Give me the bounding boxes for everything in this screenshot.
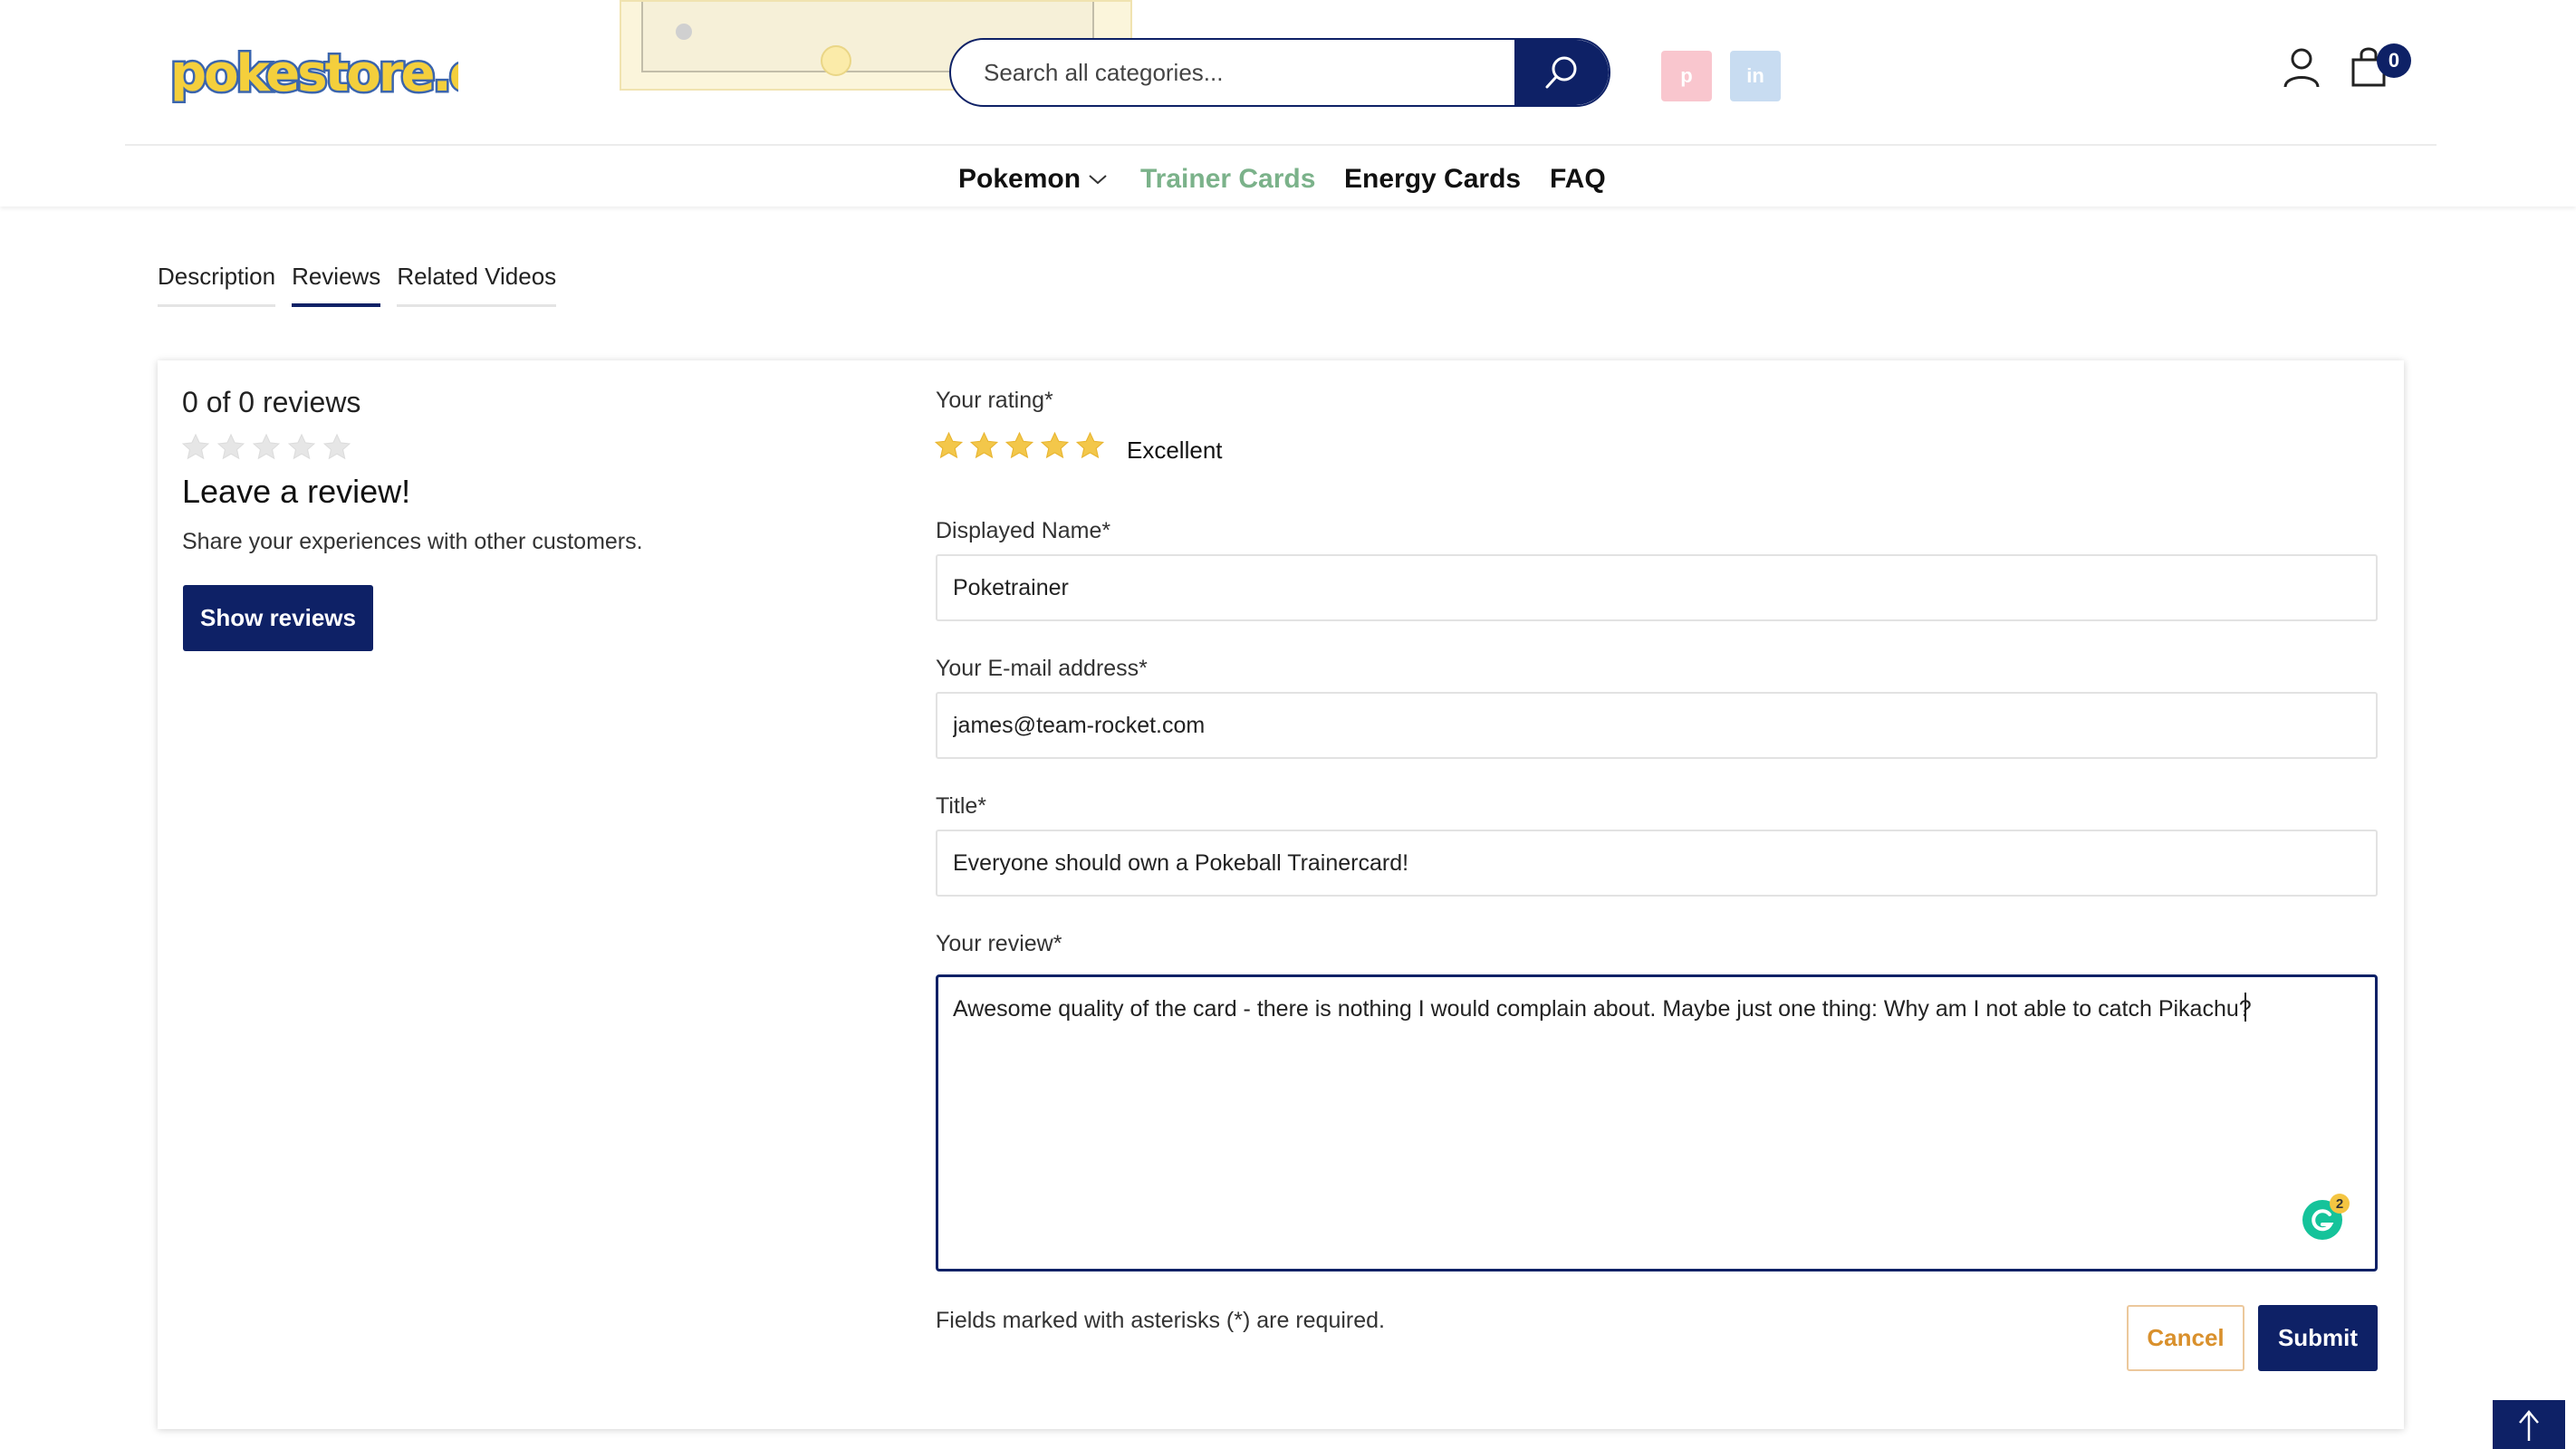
average-rating-star-icon: [252, 433, 281, 460]
nav-item-energy-cards[interactable]: Energy Cards: [1344, 161, 1521, 197]
nav-item-trainer-cards[interactable]: Trainer Cards: [1140, 161, 1315, 197]
rating-stars-input[interactable]: [934, 431, 1105, 461]
nav-item-label: Pokemon: [958, 164, 1081, 194]
rating-star-icon[interactable]: [1040, 431, 1070, 461]
svg-text:pokestore.com: pokestore.com: [170, 44, 458, 103]
submit-button[interactable]: Submit: [2258, 1305, 2378, 1371]
average-rating-star-icon: [181, 433, 210, 460]
user-icon: [2283, 48, 2320, 88]
average-rating-star-icon: [216, 433, 245, 460]
tab-related-videos[interactable]: Related Videos: [397, 263, 557, 307]
rating-label: Your rating*: [936, 388, 1053, 413]
name-label: Displayed Name*: [936, 518, 1111, 543]
required-fields-note: Fields marked with asterisks (*) are req…: [936, 1308, 1385, 1333]
search-button[interactable]: [1514, 40, 1609, 105]
back-to-top-button[interactable]: [2493, 1400, 2565, 1449]
rating-star-icon[interactable]: [1004, 431, 1034, 461]
grammarly-count-badge: 2: [2330, 1194, 2350, 1214]
nav-item-pokemon[interactable]: Pokemon: [958, 161, 1110, 197]
displayed-name-field[interactable]: [936, 554, 2378, 621]
email-field[interactable]: [936, 692, 2378, 759]
header-divider: [125, 144, 2437, 146]
leave-review-subtitle: Share your experiences with other custom…: [182, 529, 643, 554]
logo-image: pokestore.com: [168, 43, 564, 106]
rating-text: Excellent: [1127, 437, 1223, 464]
nav-item-faq[interactable]: FAQ: [1550, 161, 1606, 197]
account-button[interactable]: [2283, 47, 2321, 89]
nav-item-label: Trainer Cards: [1140, 164, 1316, 194]
average-rating-stars: [181, 433, 351, 462]
tab-description[interactable]: Description: [158, 263, 276, 307]
linkedin-icon[interactable]: in: [1730, 51, 1781, 101]
rating-star-icon[interactable]: [934, 431, 964, 461]
review-textarea[interactable]: Awesome quality of the card - there is n…: [936, 974, 2378, 1271]
review-label: Your review*: [936, 931, 1062, 956]
email-label: Your E-mail address*: [936, 656, 1148, 681]
average-rating-star-icon: [287, 433, 316, 460]
review-title-field[interactable]: [936, 830, 2378, 897]
site-header: pokestore.com t p in 0 Pokemon: [0, 0, 2576, 206]
tab-reviews[interactable]: Reviews: [292, 263, 381, 307]
text-cursor: [2244, 993, 2246, 1022]
rating-star-icon[interactable]: [969, 431, 999, 461]
show-reviews-button[interactable]: Show reviews: [183, 585, 373, 651]
search-icon: [1545, 56, 1577, 89]
search-bar: [949, 38, 1610, 107]
arrow-up-icon: [2519, 1410, 2539, 1441]
review-count: 0 of 0 reviews: [182, 386, 361, 418]
leave-review-heading: Leave a review!: [182, 473, 411, 510]
site-logo[interactable]: pokestore.com: [165, 34, 564, 107]
nav-item-label: FAQ: [1550, 164, 1606, 194]
rating-star-icon[interactable]: [1075, 431, 1105, 461]
chevron-down-icon: [1089, 175, 1107, 185]
cancel-button[interactable]: Cancel: [2127, 1305, 2244, 1371]
product-tabs: Description Reviews Related Videos: [158, 263, 557, 307]
pinterest-icon[interactable]: p: [1661, 51, 1712, 101]
search-input[interactable]: [951, 40, 1514, 105]
average-rating-star-icon: [322, 433, 351, 460]
cart-count-badge: 0: [2377, 43, 2411, 78]
nav-item-label: Energy Cards: [1344, 164, 1522, 194]
title-label: Title*: [936, 793, 987, 819]
